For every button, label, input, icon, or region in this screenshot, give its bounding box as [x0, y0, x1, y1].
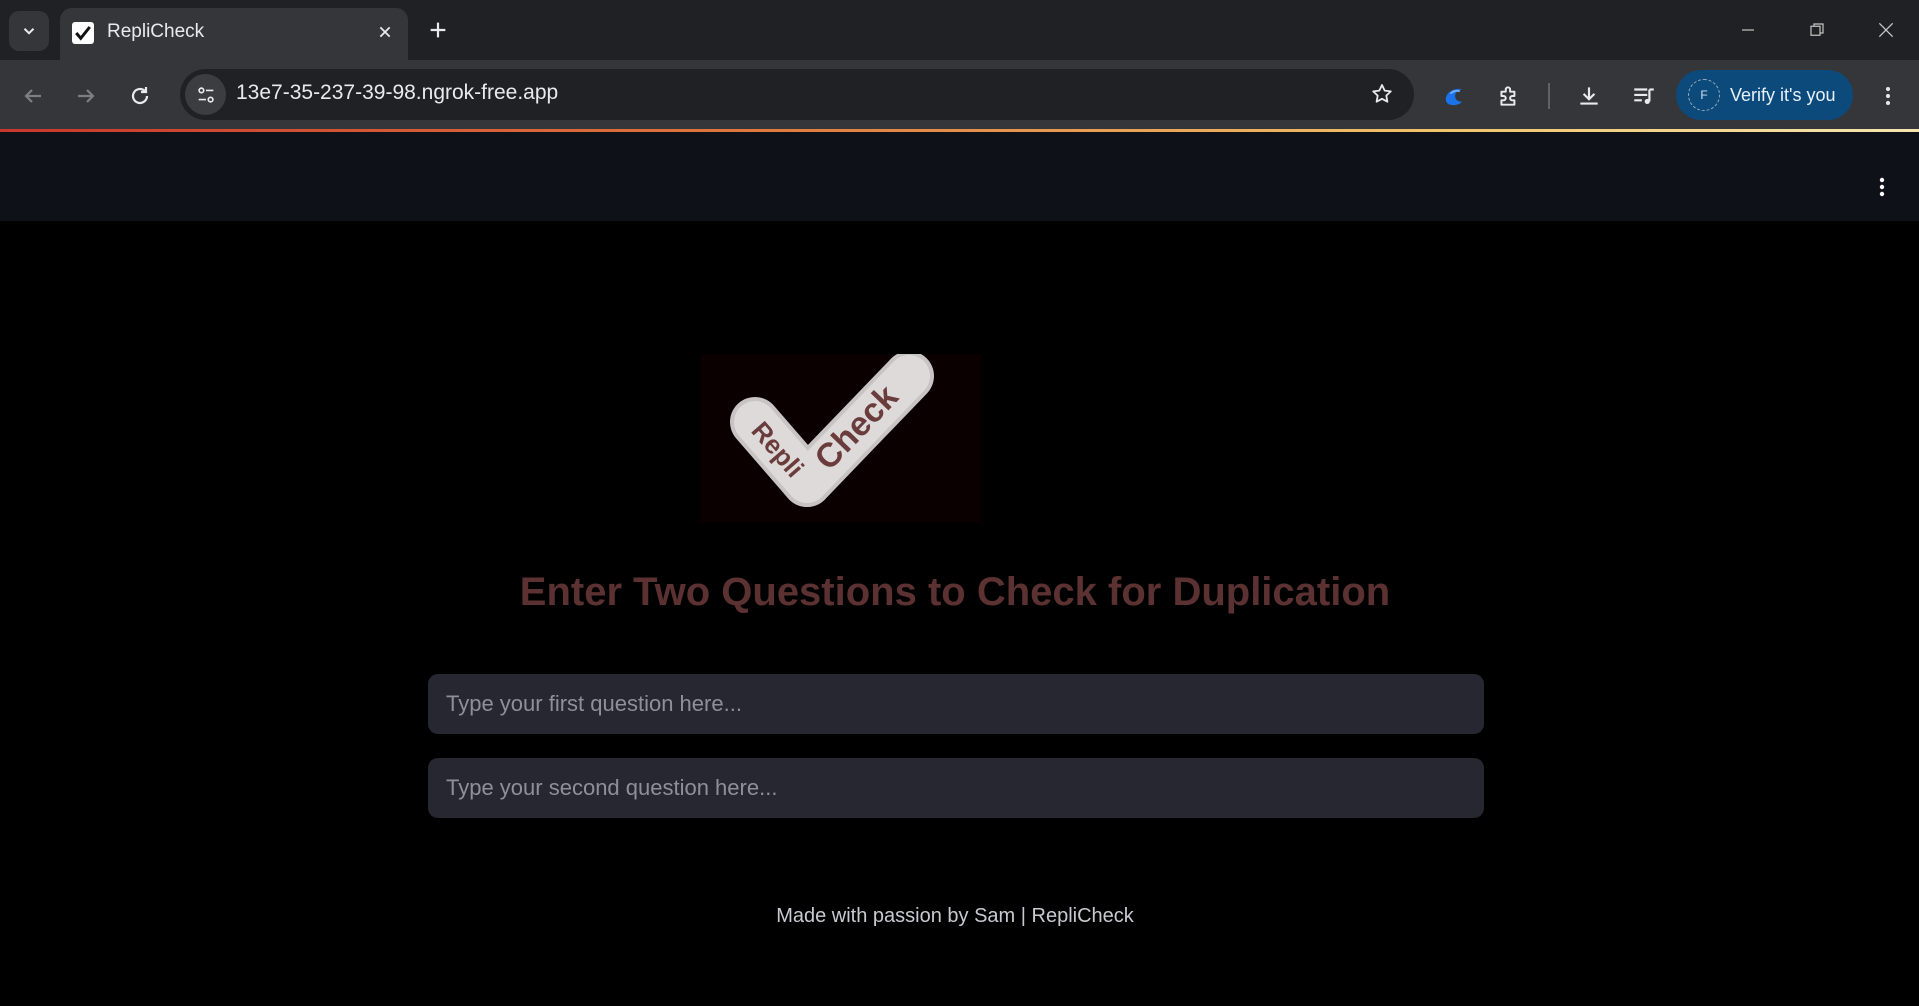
more-vertical-icon	[1879, 177, 1885, 197]
forward-button[interactable]	[66, 76, 106, 116]
app-menu-button[interactable]	[1867, 172, 1897, 202]
arrow-left-icon	[24, 89, 41, 103]
app-header	[0, 132, 1919, 221]
close-icon	[1878, 22, 1894, 38]
close-window-button[interactable]	[1866, 10, 1906, 50]
plus-icon	[430, 22, 446, 38]
replicheck-logo: Repli Check	[701, 351, 981, 522]
minimize-icon	[1742, 29, 1754, 31]
second-question-input[interactable]	[428, 758, 1484, 818]
verify-button-label: Verify it's you	[1730, 84, 1836, 105]
back-button[interactable]	[13, 76, 53, 116]
downloads-icon[interactable]	[1569, 76, 1609, 116]
bookmark-star-icon[interactable]	[1368, 80, 1396, 108]
browser-tab-strip: RepliCheck	[0, 0, 1919, 60]
extensions-puzzle-icon[interactable]	[1489, 76, 1529, 116]
close-tab-icon[interactable]	[372, 19, 398, 45]
chevron-down-icon	[23, 28, 35, 35]
toolbar-divider	[1548, 83, 1550, 109]
first-question-input[interactable]	[428, 674, 1484, 734]
footer-text: Made with passion by Sam | RepliCheck	[776, 905, 1134, 927]
replicheck-favicon-icon	[72, 22, 94, 44]
reload-button[interactable]	[120, 76, 160, 116]
main-content: Repli Check Enter Two Questions to Check…	[0, 221, 1919, 1006]
media-control-icon[interactable]	[1624, 76, 1664, 116]
tab-title: RepliCheck	[107, 21, 205, 42]
verify-profile-button[interactable]: F Verify it's you	[1676, 70, 1853, 120]
address-bar[interactable]: 13e7-35-237-39-98.ngrok-free.app	[180, 69, 1414, 120]
browser-tab[interactable]: RepliCheck	[60, 8, 408, 60]
new-tab-button[interactable]	[420, 12, 456, 48]
browser-toolbar: 13e7-35-237-39-98.ngrok-free.app F Verif…	[0, 60, 1919, 131]
avatar: F	[1688, 79, 1720, 111]
reload-icon	[131, 87, 149, 105]
url-text[interactable]: 13e7-35-237-39-98.ngrok-free.app	[236, 81, 558, 105]
restore-button[interactable]	[1797, 10, 1837, 50]
browser-menu-button[interactable]	[1868, 76, 1908, 116]
extension-swirl-icon[interactable]	[1434, 76, 1474, 116]
more-vertical-icon	[1886, 87, 1890, 105]
site-settings-icon[interactable]	[185, 74, 226, 115]
page-title: Enter Two Questions to Check for Duplica…	[519, 570, 1391, 614]
restore-icon	[1810, 23, 1824, 36]
tab-search-button[interactable]	[9, 11, 49, 51]
arrow-right-icon	[78, 89, 95, 103]
minimize-button[interactable]	[1728, 10, 1768, 50]
